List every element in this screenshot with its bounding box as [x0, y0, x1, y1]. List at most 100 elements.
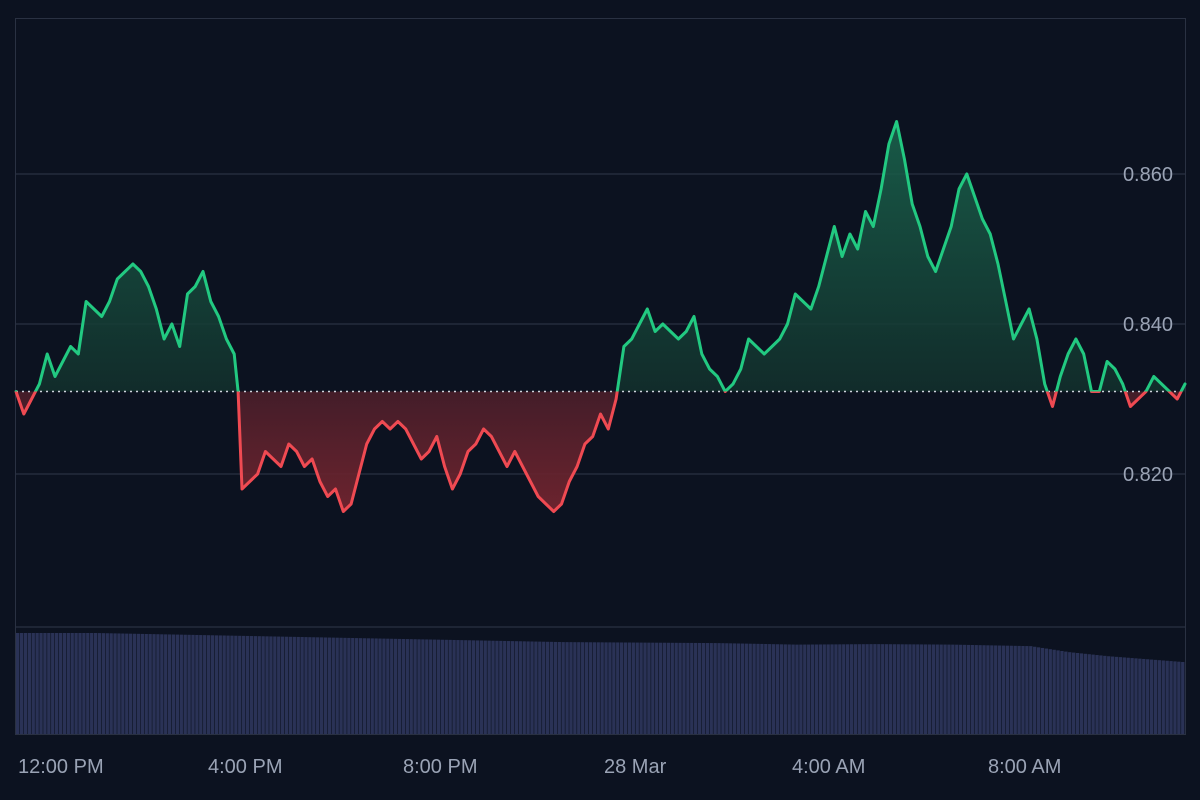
volume-bar	[674, 642, 678, 734]
volume-bar	[331, 637, 335, 734]
volume-bar	[561, 642, 565, 734]
volume-bar	[183, 634, 187, 734]
volume-bar	[877, 644, 881, 734]
volume-bar	[783, 644, 787, 734]
volume-bar	[1103, 655, 1107, 734]
volume-bar	[756, 643, 760, 734]
volume-bar	[1021, 645, 1025, 734]
volume-bar	[670, 642, 674, 734]
volume-bar	[916, 644, 920, 734]
volume-bar	[319, 637, 324, 734]
volume-bar	[460, 640, 464, 734]
volume-bar	[982, 645, 986, 734]
volume-bar	[125, 633, 129, 734]
volume-bar	[799, 644, 803, 734]
volume-bar	[436, 639, 441, 734]
volume-bar	[62, 633, 67, 734]
volume-bar	[709, 643, 713, 734]
volume-bar	[105, 633, 109, 734]
volume-bar	[273, 636, 277, 734]
volume-bar	[1134, 658, 1138, 734]
volume-bar	[218, 635, 222, 734]
volume-bar	[210, 635, 215, 734]
volume-bar	[1056, 650, 1060, 734]
volume-bar	[101, 633, 106, 734]
volume-bar	[304, 637, 308, 734]
volume-bar	[226, 635, 230, 734]
volume-bar	[694, 642, 698, 734]
volume-bar	[678, 642, 682, 734]
volume-bar	[269, 636, 273, 734]
volume-bars	[16, 633, 1185, 735]
volume-bar	[129, 633, 133, 734]
volume-bar	[764, 644, 768, 734]
volume-bar	[526, 641, 530, 734]
volume-bar	[265, 636, 269, 734]
volume-bar	[927, 644, 932, 734]
volume-bar	[417, 639, 421, 734]
volume-bar	[1161, 660, 1165, 734]
volume-bar	[43, 633, 47, 734]
volume-bar	[1075, 653, 1080, 734]
volume-bar	[280, 636, 285, 734]
volume-bar	[651, 642, 655, 734]
volume-bar	[608, 642, 612, 734]
volume-bar	[187, 634, 191, 734]
volume-bar	[203, 635, 207, 734]
volume-bar	[787, 644, 791, 734]
volume-bar	[908, 644, 912, 734]
volume-bar	[1040, 647, 1045, 734]
volume-bar	[1033, 646, 1037, 734]
volume-bar	[935, 644, 939, 734]
volume-bar	[47, 633, 51, 734]
volume-bar	[569, 642, 573, 734]
volume-bar	[826, 644, 830, 734]
volume-bar	[245, 635, 250, 734]
volume-bar	[892, 644, 897, 734]
volume-bar	[721, 643, 725, 734]
volume-bar	[432, 639, 437, 734]
volume-bar	[82, 633, 86, 734]
volume-bar	[861, 644, 865, 734]
volume-bar	[136, 633, 141, 734]
volume-bar	[327, 637, 332, 734]
volume-bar	[23, 633, 28, 734]
x-tick-label: 12:00 PM	[18, 756, 104, 778]
volume-bar	[865, 644, 869, 734]
y-tick-label: 0.840	[1123, 314, 1173, 336]
volume-bar	[113, 633, 117, 734]
volume-bar	[1099, 655, 1103, 734]
volume-bar	[175, 634, 180, 734]
volume-bar	[779, 644, 784, 734]
volume-bar	[413, 639, 417, 734]
volume-bar	[557, 642, 561, 734]
volume-bar	[873, 644, 877, 734]
volume-bar	[409, 639, 413, 734]
volume-bar	[351, 638, 355, 734]
volume-bar	[573, 642, 577, 734]
volume-bar	[214, 635, 219, 734]
volume-bar	[109, 633, 113, 734]
volume-bar	[54, 633, 59, 734]
x-tick-label: 28 Mar	[604, 756, 667, 778]
volume-bar	[152, 634, 156, 734]
volume-bar	[627, 642, 632, 734]
volume-bar	[1126, 657, 1130, 734]
volume-bar	[156, 634, 160, 734]
volume-bar	[238, 635, 242, 734]
volume-bar	[292, 636, 296, 734]
volume-bar	[66, 633, 70, 734]
volume-bar	[986, 645, 990, 734]
volume-bar	[588, 642, 593, 734]
volume-bar	[881, 644, 885, 734]
volume-bar	[616, 642, 620, 734]
volume-bar	[849, 644, 854, 734]
volume-bar	[86, 633, 90, 734]
volume-bar	[249, 636, 254, 734]
volume-bar	[830, 644, 834, 734]
volume-bar	[705, 643, 710, 734]
volume-bar	[577, 642, 581, 734]
volume-bar	[725, 643, 729, 734]
volume-bar	[234, 635, 238, 734]
volume-bar	[277, 636, 281, 734]
